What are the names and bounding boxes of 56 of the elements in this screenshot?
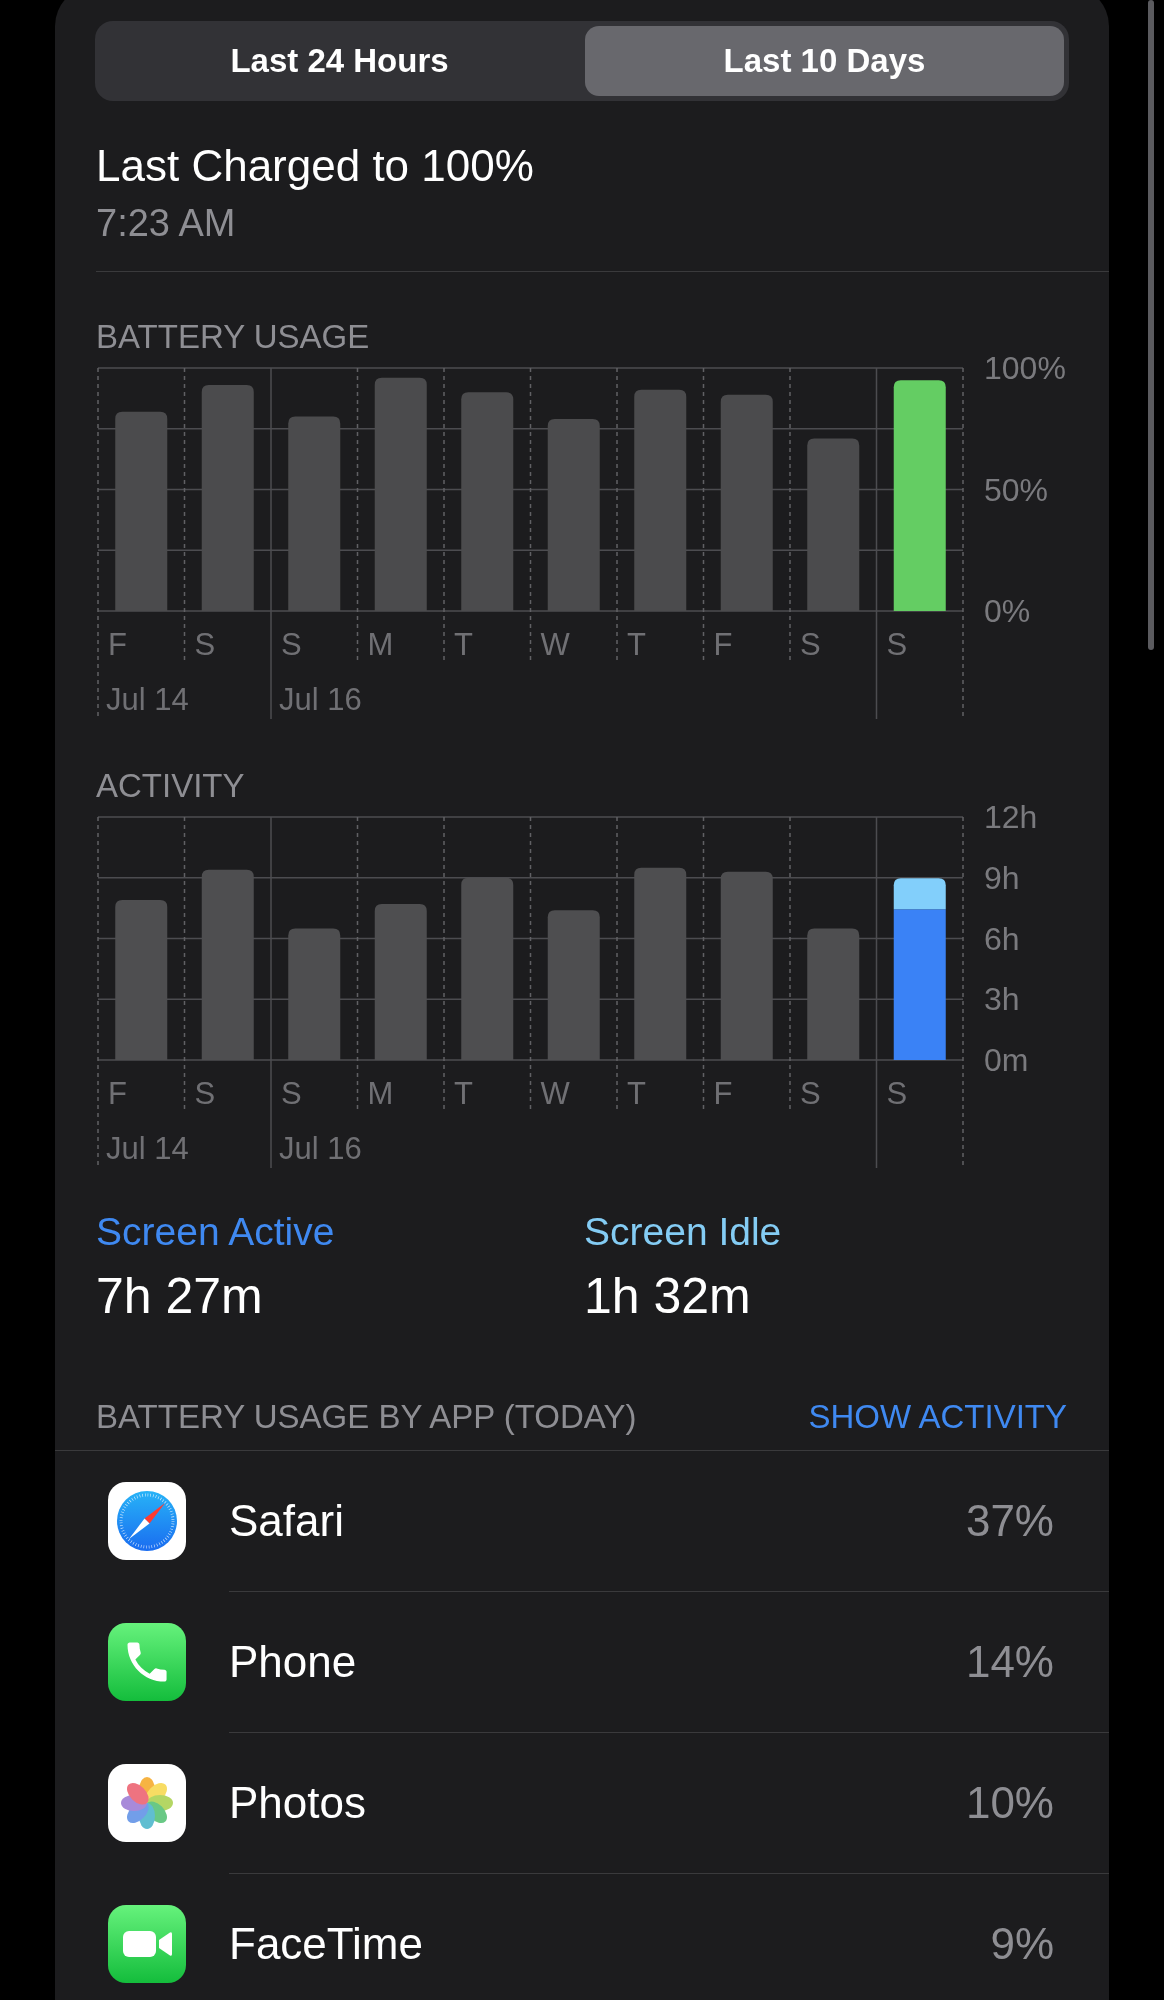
day-label: S — [800, 1075, 821, 1111]
day-label: T — [627, 626, 646, 662]
axis-label: 0% — [984, 593, 1031, 629]
axis-label: 9h — [984, 859, 1020, 896]
day-label: T — [627, 1075, 646, 1111]
last-charged-title: Last Charged to 100% — [96, 141, 534, 191]
day-label: W — [540, 626, 570, 662]
app-name[interactable]: FaceTime — [229, 1918, 423, 1970]
day-label: W — [540, 1075, 570, 1111]
day-label: F — [713, 1075, 733, 1111]
stat-label: Screen Active — [96, 1210, 335, 1254]
stat-value: 7h 27m — [96, 1268, 263, 1324]
video-camera-icon[interactable] — [108, 1905, 186, 1983]
show-activity-link[interactable]: SHOW ACTIVITY — [808, 1397, 1067, 1437]
chart-title: ACTIVITY — [96, 768, 245, 804]
day-label: T — [454, 1075, 473, 1111]
usage-percent: 14% — [965, 1636, 1054, 1688]
axis-label: 12h — [984, 799, 1038, 835]
compass-icon[interactable] — [108, 1482, 186, 1560]
usage-percent: 10% — [965, 1777, 1054, 1829]
axis-label: 100% — [984, 350, 1066, 386]
day-label: S — [800, 626, 821, 662]
day-label: S — [886, 1075, 908, 1111]
day-label: F — [108, 626, 127, 662]
app-name[interactable]: Photos — [229, 1777, 366, 1829]
date-label: Jul 14 — [106, 1130, 189, 1166]
chart-title: BATTERY USAGE — [96, 319, 370, 355]
usage-percent: 37% — [965, 1495, 1054, 1547]
section-header: BATTERY USAGE BY APP (TODAY) — [96, 1397, 637, 1437]
day-label: M — [367, 1075, 394, 1111]
phone-icon[interactable] — [108, 1623, 186, 1701]
date-label: Jul 14 — [106, 681, 189, 717]
axis-label: 0m — [984, 1042, 1029, 1078]
day-label: S — [194, 626, 216, 662]
stat-label: Screen Idle — [584, 1210, 782, 1254]
app-name[interactable]: Phone — [229, 1636, 357, 1688]
day-label: S — [886, 626, 908, 662]
date-label: Jul 16 — [279, 1130, 362, 1166]
day-label: F — [713, 626, 733, 662]
usage-percent: 9% — [990, 1918, 1054, 1970]
day-label: F — [108, 1075, 127, 1111]
axis-label: 50% — [984, 471, 1049, 508]
axis-label: 3h — [984, 981, 1020, 1018]
axis-label: 6h — [984, 920, 1020, 957]
day-label: T — [454, 626, 473, 662]
flower-icon[interactable] — [108, 1764, 186, 1842]
date-label: Jul 16 — [279, 681, 362, 717]
stat-value: 1h 32m — [584, 1268, 751, 1324]
segment-tab[interactable]: Last 10 Days — [585, 26, 1064, 96]
day-label: S — [194, 1075, 216, 1111]
app-name[interactable]: Safari — [229, 1495, 344, 1547]
day-label: M — [367, 626, 394, 662]
last-charged-time: 7:23 AM — [96, 201, 236, 245]
day-label: S — [281, 1075, 302, 1111]
segment-tab[interactable]: Last 24 Hours — [100, 26, 579, 96]
day-label: S — [281, 626, 302, 662]
